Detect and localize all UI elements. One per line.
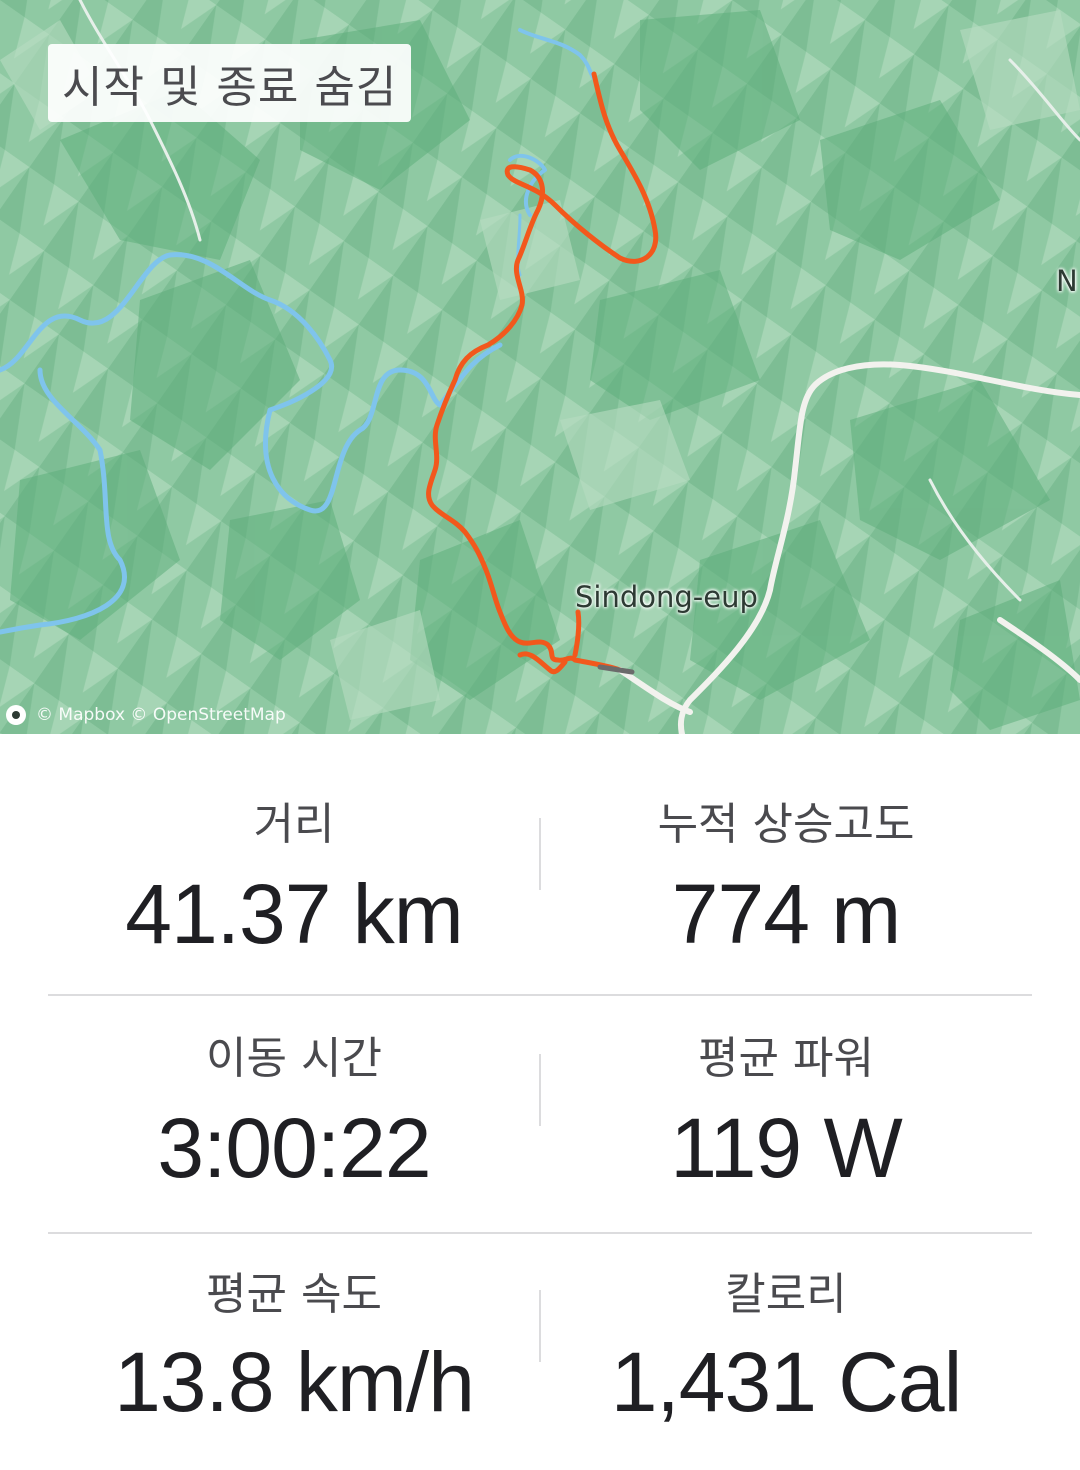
stat-label: 칼로리 [725,1269,847,1320]
stats-panel: 거리 41.37 km 누적 상승고도 774 m 이동 시간 3:00:22 … [48,734,1032,1468]
stat-value: 41.37 km [125,867,464,961]
stat-label: 이동 시간 [206,1033,382,1084]
stat-label: 평균 파워 [698,1033,874,1084]
route-map[interactable]: 시작 및 종료 숨김 Sindong-eup N © Mapbox © Open… [0,0,1080,734]
map-attribution[interactable]: © Mapbox © OpenStreetMap [6,702,286,728]
stat-label: 평균 속도 [206,1269,382,1320]
stat-calories: 칼로리 1,431 Cal [540,1234,1032,1470]
stat-value: 1,431 Cal [610,1335,963,1429]
stats-row-1: 거리 41.37 km 누적 상승고도 774 m [48,758,1032,996]
privacy-badge: 시작 및 종료 숨김 [48,44,412,122]
stats-row-3: 평균 속도 13.8 km/h 칼로리 1,431 Cal [48,1234,1032,1470]
place-label: Sindong-eup [575,580,758,614]
stat-elevation-gain: 누적 상승고도 774 m [540,758,1032,994]
stat-moving-time: 이동 시간 3:00:22 [48,996,540,1232]
mapbox-logo-icon[interactable] [6,705,26,725]
stat-value: 13.8 km/h [114,1335,475,1429]
stat-avg-power: 평균 파워 119 W [540,996,1032,1232]
stat-value: 119 W [670,1101,903,1195]
stats-row-2: 이동 시간 3:00:22 평균 파워 119 W [48,996,1032,1234]
stat-value: 3:00:22 [157,1101,431,1195]
edge-place-label: N [1056,264,1078,298]
stat-distance: 거리 41.37 km [48,758,540,994]
stat-label: 누적 상승고도 [657,799,915,850]
stat-avg-speed: 평균 속도 13.8 km/h [48,1234,540,1470]
stat-label: 거리 [253,799,335,850]
attribution-text: © Mapbox © OpenStreetMap [36,705,286,725]
stat-value: 774 m [671,867,901,961]
